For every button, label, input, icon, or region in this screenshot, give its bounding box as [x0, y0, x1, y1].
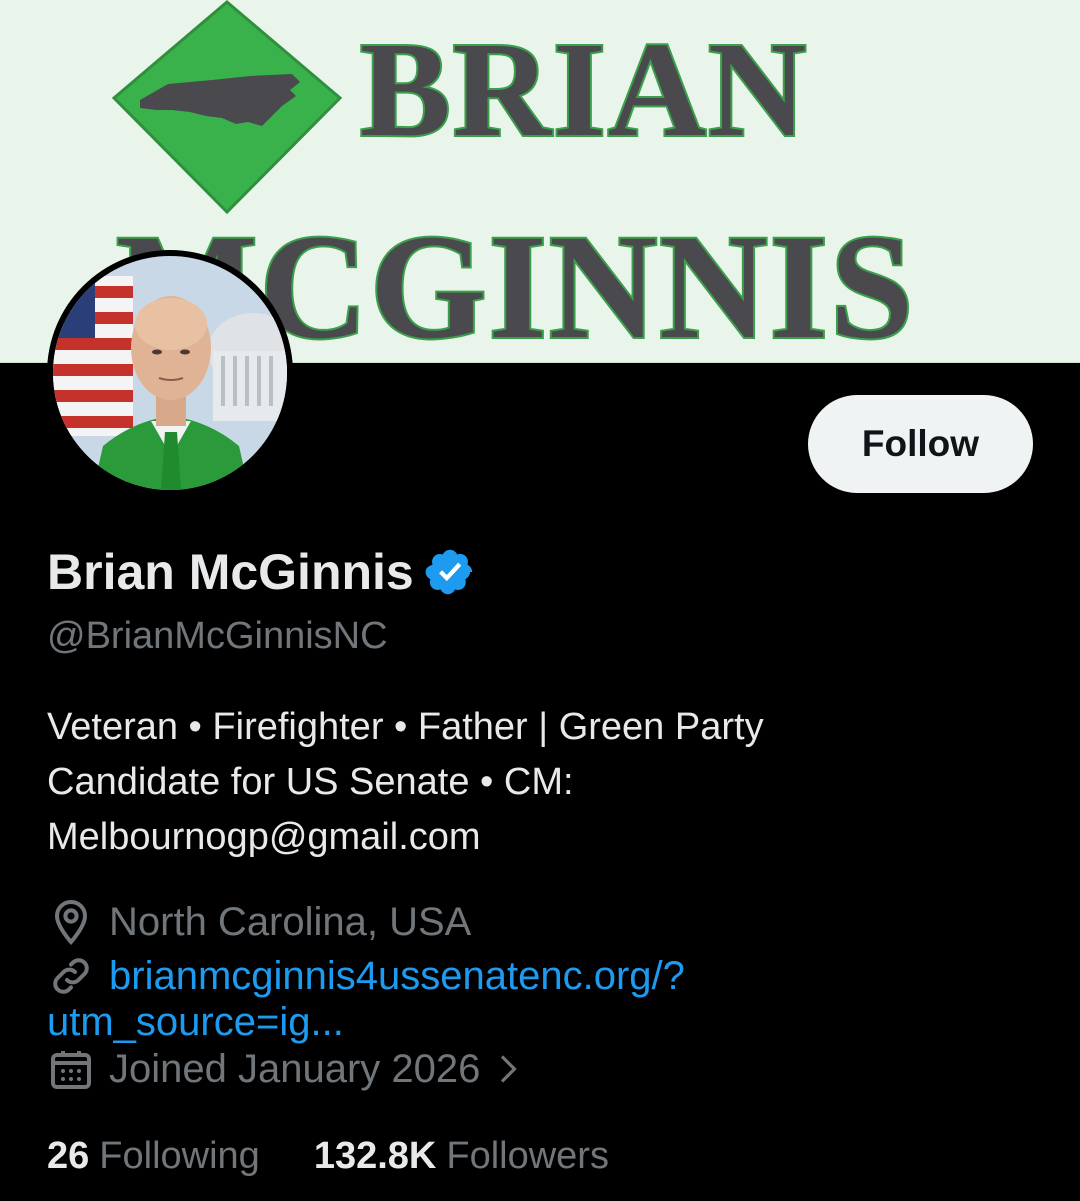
followers-stat[interactable]: 132.8K Followers — [314, 1135, 609, 1178]
following-count: 26 — [47, 1135, 90, 1177]
verified-badge-icon[interactable] — [424, 546, 476, 598]
handle: @BrianMcGinnisNC — [47, 615, 388, 657]
chevron-right-icon — [501, 1055, 518, 1083]
bio-email[interactable]: Melbournogp@gmail.com — [47, 810, 947, 865]
bio: Veteran • Firefighter • Father | Green P… — [47, 700, 947, 865]
joined-text: Joined January 2026 — [109, 1046, 481, 1091]
display-name: Brian McGinnis — [47, 544, 414, 600]
location-pin-icon — [54, 899, 88, 945]
calendar-icon — [51, 1051, 91, 1089]
website-row[interactable]: brianmcginnis4ussenatenc.org/? — [47, 952, 685, 1000]
website-link[interactable]: brianmcginnis4ussenatenc.org/? — [109, 954, 685, 999]
followers-label: Followers — [446, 1135, 609, 1177]
following-stat[interactable]: 26 Following — [47, 1135, 260, 1178]
followers-count: 132.8K — [313, 1135, 437, 1177]
follow-button[interactable]: Follow — [808, 395, 1033, 493]
banner-title-line1: BRIAN — [358, 15, 809, 165]
following-label: Following — [99, 1135, 260, 1177]
avatar-image — [53, 256, 287, 490]
location-text: North Carolina, USA — [109, 899, 472, 944]
name-row: Brian McGinnis — [47, 543, 476, 601]
location-row: North Carolina, USA — [47, 898, 471, 946]
website-link-continued[interactable]: utm_source=ig... — [47, 1000, 344, 1045]
link-icon — [53, 958, 89, 994]
follow-stats: 26 Following 132.8K Followers — [47, 1135, 663, 1178]
joined-row[interactable]: Joined January 2026 — [47, 1045, 522, 1093]
bio-line: Candidate for US Senate • CM: — [47, 761, 574, 803]
bio-line: Veteran • Firefighter • Father | Green P… — [47, 706, 764, 748]
avatar[interactable] — [47, 250, 293, 496]
